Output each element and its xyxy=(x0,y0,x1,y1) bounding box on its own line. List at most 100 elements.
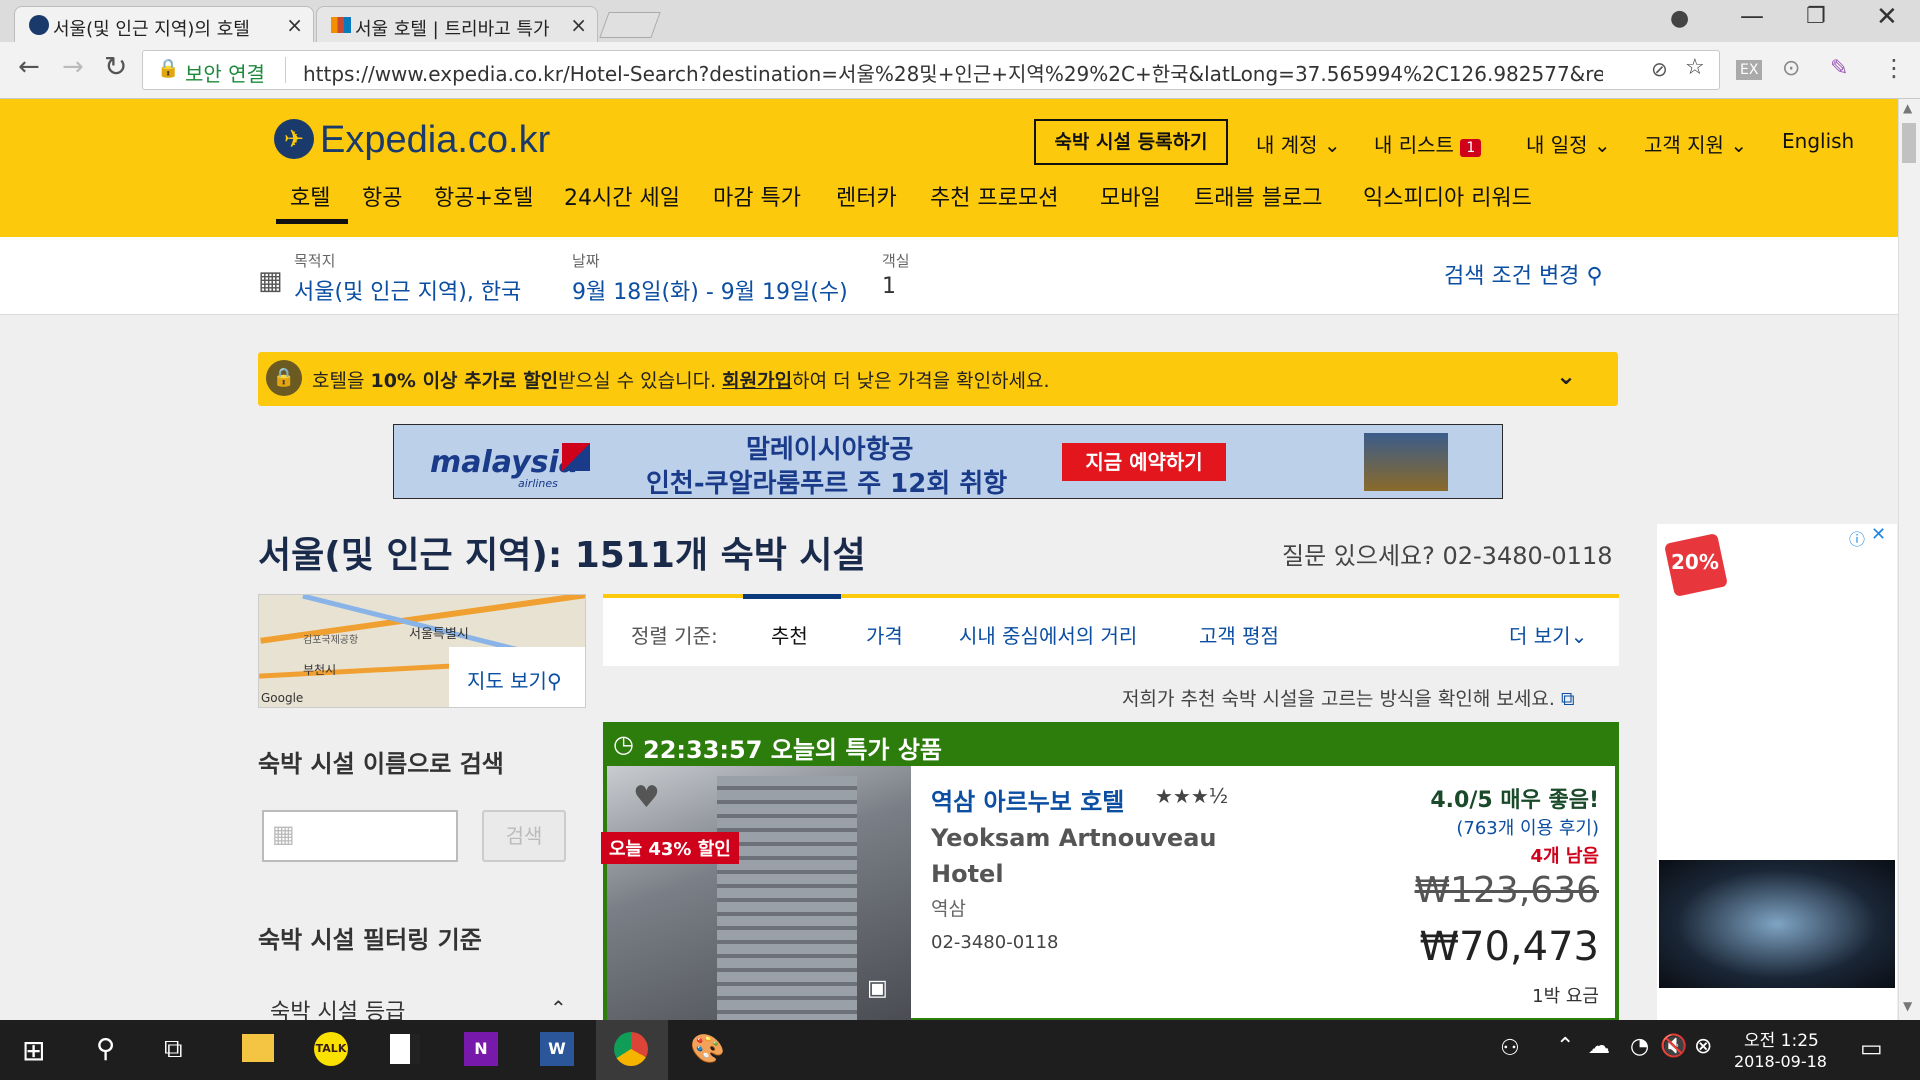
nav-24h-sale[interactable]: 24시간 세일 xyxy=(564,180,680,212)
word-icon[interactable]: W xyxy=(540,1032,574,1066)
account-menu[interactable]: 내 계정 ⌄ xyxy=(1256,129,1341,158)
search-name-button[interactable]: 검색 xyxy=(482,810,566,862)
kakaotalk-icon[interactable]: TALK xyxy=(314,1032,348,1066)
sort-price[interactable]: 가격 xyxy=(866,620,903,649)
paint-icon[interactable]: 🎨 xyxy=(690,1032,725,1065)
right-side-ad[interactable]: 20% ⓘ ✕ xyxy=(1657,524,1897,1020)
ad-info-icon[interactable]: ⓘ xyxy=(1849,526,1865,550)
extension-icon[interactable]: ⊙ xyxy=(1782,56,1800,81)
date-value[interactable]: 9월 18일(화) - 9월 19일(수) xyxy=(572,274,848,306)
signup-link[interactable]: 회원가입 xyxy=(722,370,792,392)
chevron-up-icon[interactable]: ⌃ xyxy=(550,996,567,1020)
volume-icon[interactable]: 🔇 xyxy=(1660,1034,1687,1059)
restore-icon[interactable]: ❐ xyxy=(1806,4,1826,29)
nav-promotions[interactable]: 추천 프로모션 xyxy=(930,180,1058,212)
menu-icon[interactable]: ⋮ xyxy=(1882,54,1906,82)
task-view-icon[interactable]: ⧉ xyxy=(164,1034,183,1065)
map-preview[interactable]: 서울특별시 부천시 김포국제공항 Google 지도 보기⚲ xyxy=(258,594,586,708)
date-label: 날짜 xyxy=(572,252,600,270)
malaysia-airlines-ad[interactable]: malaysia airlines 말레이시아항공 인천-쿠알라룸푸르 주 12… xyxy=(393,424,1503,499)
favorite-heart-icon[interactable]: ♥ xyxy=(633,780,660,815)
bookmark-star-icon[interactable]: ☆ xyxy=(1685,55,1705,80)
back-icon[interactable]: ← xyxy=(18,52,40,82)
support-menu[interactable]: 고객 지원 ⌄ xyxy=(1644,129,1747,158)
search-icon[interactable]: ⚲ xyxy=(96,1034,115,1064)
clock-time[interactable]: 오전 1:25 xyxy=(1744,1026,1819,1051)
guest-rating: 4.0/5 매우 좋음! xyxy=(1430,788,1599,813)
onenote-icon[interactable]: N xyxy=(464,1032,498,1066)
nav-flight-hotel[interactable]: 항공+호텔 xyxy=(434,180,533,212)
extension-icon[interactable]: EX xyxy=(1736,60,1763,80)
view-map-link[interactable]: 지도 보기⚲ xyxy=(467,665,562,694)
sort-more[interactable]: 더 보기⌄ xyxy=(1509,620,1587,649)
per-night-label: 1박 요금 xyxy=(1532,986,1599,1007)
nav-flights[interactable]: 항공 xyxy=(362,180,402,212)
hotel-photo[interactable]: ♥ ▣ xyxy=(607,766,911,1022)
scroll-thumb[interactable] xyxy=(1902,123,1916,163)
minimize-icon[interactable]: — xyxy=(1740,2,1764,30)
page-scrollbar[interactable]: ▲ ▼ xyxy=(1898,99,1920,1020)
language-link[interactable]: English xyxy=(1782,129,1854,153)
reload-icon[interactable]: ↻ xyxy=(104,50,127,83)
nav-mobile[interactable]: 모바일 xyxy=(1100,180,1161,212)
file-explorer-icon[interactable] xyxy=(242,1034,274,1062)
promo-pre: 호텔을 xyxy=(312,370,371,392)
ad-close-icon[interactable]: ✕ xyxy=(1871,524,1886,545)
new-tab-button[interactable] xyxy=(599,12,661,38)
close-window-icon[interactable]: ✕ xyxy=(1876,2,1898,32)
onedrive-icon[interactable]: ☁ xyxy=(1588,1034,1610,1059)
ad-cta-button[interactable]: 지금 예약하기 xyxy=(1062,443,1226,481)
room-value[interactable]: 1 xyxy=(882,274,896,299)
clock-date[interactable]: 2018-09-18 xyxy=(1734,1052,1827,1071)
gallery-icon[interactable]: ▣ xyxy=(867,976,888,1001)
register-property-button[interactable]: 숙박 시설 등록하기 xyxy=(1034,119,1228,165)
hotel-name-kr[interactable]: 역삼 아르누보 호텔 xyxy=(931,782,1124,817)
discount-badge: 오늘 43% 할인 xyxy=(601,832,739,864)
tab-trivago[interactable]: 서울 호텔 | 트리바고 특가 × xyxy=(316,6,598,42)
itinerary-menu[interactable]: 내 일정 ⌄ xyxy=(1526,129,1611,158)
logo-text[interactable]: Expedia.co.kr xyxy=(320,119,550,162)
tab-expedia[interactable]: 서울(및 인근 지역)의 호텔 × xyxy=(14,6,314,42)
scroll-up-icon[interactable]: ▲ xyxy=(1903,101,1912,115)
deal-price[interactable]: ₩70,473 xyxy=(1397,924,1599,970)
how-we-recommend-link[interactable]: 저희가 추천 숙박 시설을 고르는 방식을 확인해 보세요. ⧉ xyxy=(1122,684,1575,711)
modify-search-link[interactable]: 검색 조건 변경 ⚲ xyxy=(1444,258,1603,290)
secure-label: 보안 연결 xyxy=(185,62,265,86)
scroll-down-icon[interactable]: ▼ xyxy=(1903,999,1912,1013)
hotel-result-card[interactable]: ◷ 22:33:57 오늘의 특가 상품 ♥ ▣ 오늘 43% 할인 역삼 아르… xyxy=(601,722,1619,1022)
chevron-up-icon[interactable]: ⌃ xyxy=(1556,1034,1574,1059)
search-summary-bar xyxy=(0,237,1898,315)
notifications-icon[interactable]: ▭ xyxy=(1860,1034,1883,1062)
expedia-logo-icon[interactable]: ✈ xyxy=(274,119,314,159)
member-promo-banner[interactable]: 🔒 호텔을 10% 이상 추가로 할인받으실 수 있습니다. 회원가입하여 더 … xyxy=(258,352,1618,406)
profile-icon[interactable]: ● xyxy=(1670,6,1689,31)
nav-hotels[interactable]: 호텔 xyxy=(290,180,330,212)
hotel-name-input[interactable]: ▦ xyxy=(262,810,458,862)
chrome-icon[interactable] xyxy=(614,1032,648,1066)
hotel-building-image xyxy=(717,776,857,1022)
sort-distance[interactable]: 시내 중심에서의 거리 xyxy=(959,620,1137,649)
my-list-menu[interactable]: 내 리스트 1 xyxy=(1374,129,1482,158)
nav-travel-blog[interactable]: 트래블 블로그 xyxy=(1194,180,1322,212)
windows-start-icon[interactable]: ⊞ xyxy=(22,1034,45,1067)
map-link-box[interactable]: 지도 보기⚲ xyxy=(449,647,585,707)
people-icon[interactable]: ⚇ xyxy=(1500,1036,1520,1061)
url-text[interactable]: https://www.expedia.co.kr/Hotel-Search?d… xyxy=(303,58,1603,87)
sticky-notes-icon[interactable] xyxy=(390,1034,420,1064)
review-count-link[interactable]: (763개 이용 후기) xyxy=(1411,814,1599,840)
address-bar[interactable]: 🔒 보안 연결 https://www.expedia.co.kr/Hotel-… xyxy=(142,50,1720,90)
close-tab-icon[interactable]: × xyxy=(570,13,587,37)
sort-rating[interactable]: 고객 평점 xyxy=(1199,620,1279,649)
blocked-icon[interactable]: ⊘ xyxy=(1651,57,1668,81)
extension-pen-icon[interactable]: ✎ xyxy=(1830,56,1848,81)
forward-icon[interactable]: → xyxy=(62,52,84,82)
sort-recommended[interactable]: 추천 xyxy=(771,620,808,649)
chevron-down-icon[interactable]: ⌄ xyxy=(1556,362,1576,390)
destination-value[interactable]: 서울(및 인근 지역), 한국 xyxy=(294,274,521,306)
ime-icon[interactable]: ⊗ xyxy=(1694,1034,1712,1059)
close-tab-icon[interactable]: × xyxy=(286,13,303,37)
nav-car-rental[interactable]: 렌터카 xyxy=(836,180,897,212)
nav-rewards[interactable]: 익스피디아 리워드 xyxy=(1363,180,1532,212)
wifi-icon[interactable]: ◔ xyxy=(1630,1034,1649,1059)
nav-last-minute[interactable]: 마감 특가 xyxy=(713,180,801,212)
